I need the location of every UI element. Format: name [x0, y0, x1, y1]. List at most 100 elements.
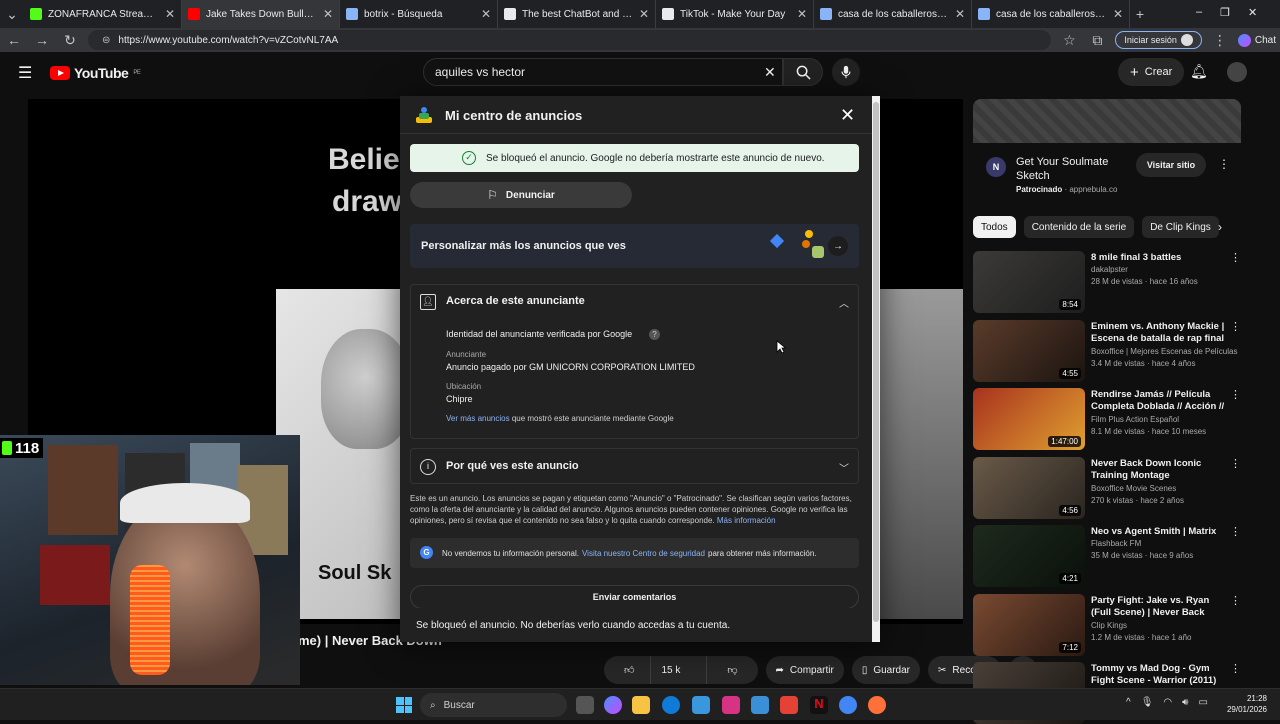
related-video-item[interactable]: 4:56 Never Back Down Iconic Training Mont… [973, 456, 1263, 519]
chat-button[interactable]: Chat [1237, 33, 1276, 47]
sidebar-ad-title[interactable]: Get Your Soulmate Sketch [1016, 155, 1131, 183]
chevron-up-icon[interactable]: ︿ [839, 295, 849, 310]
search-button[interactable] [783, 58, 823, 86]
video-thumbnail[interactable]: 1:47:00 [973, 388, 1085, 450]
store-icon[interactable] [692, 696, 710, 714]
dialog-scrollbar[interactable] [872, 96, 880, 642]
filter-chip[interactable]: Contenido de la serie [1023, 216, 1135, 238]
signin-button[interactable]: Iniciar sesión [1115, 31, 1202, 49]
site-info-icon[interactable]: ⊜ [102, 35, 110, 46]
why-this-ad-section[interactable]: i Por qué ves este anuncio ﹀ [410, 448, 859, 484]
wifi-icon[interactable]: ◠ [1163, 697, 1172, 708]
video-channel[interactable]: Clip Kings [1091, 621, 1243, 630]
send-feedback-button[interactable]: Enviar comentarios [410, 585, 859, 609]
video-more-options-icon[interactable]: ⋮ [1230, 388, 1241, 401]
browser-tab[interactable]: TikTok - Make Your Day ✕ [656, 0, 814, 28]
reload-icon[interactable]: ↻ [60, 32, 80, 49]
file-explorer-icon[interactable] [632, 696, 650, 714]
app-red-icon[interactable] [780, 696, 798, 714]
notifications-bell-icon[interactable]: 🔔︎ [1190, 63, 1208, 80]
close-window-icon[interactable]: ✕ [1248, 6, 1257, 19]
chips-next-icon[interactable]: › [1218, 220, 1222, 234]
video-more-options-icon[interactable]: ⋮ [1230, 525, 1241, 538]
video-thumbnail[interactable]: 7:12 [973, 593, 1085, 656]
video-more-options-icon[interactable]: ⋮ [1230, 594, 1241, 607]
browser-tab[interactable]: casa de los caballeros dorados - B ✕ [972, 0, 1130, 28]
clear-search-icon[interactable]: ✕ [764, 64, 776, 81]
minimize-icon[interactable]: – [1196, 6, 1202, 19]
close-tab-icon[interactable]: ✕ [165, 7, 175, 21]
visit-site-button[interactable]: Visitar sitio [1136, 153, 1206, 177]
video-more-options-icon[interactable]: ⋮ [1230, 662, 1241, 675]
video-more-options-icon[interactable]: ⋮ [1230, 320, 1241, 333]
share-button[interactable]: ➦ Compartir [765, 656, 844, 684]
close-tab-icon[interactable]: ✕ [639, 7, 649, 21]
maximize-icon[interactable]: ❐ [1220, 6, 1230, 19]
volume-icon[interactable]: 🔊︎ [1182, 697, 1188, 708]
about-advertiser-title[interactable]: Acerca de este anunciante [446, 295, 585, 307]
video-title[interactable]: Eminem vs. Anthony Mackie | Escena de ba… [1091, 321, 1231, 345]
copilot-taskbar-icon[interactable] [604, 696, 622, 714]
like-button[interactable]: 👍︎ 15 k [604, 656, 700, 684]
video-thumbnail[interactable]: 4:55 [973, 319, 1085, 382]
help-icon[interactable]: ? [649, 329, 660, 340]
video-thumbnail[interactable]: 8:54 [973, 251, 1085, 313]
task-view-icon[interactable] [576, 696, 594, 714]
browser-tab[interactable]: casa de los caballeros dorados - B ✕ [814, 0, 972, 28]
close-tab-icon[interactable]: ✕ [323, 7, 333, 21]
tray-mic-icon[interactable]: 🎙︎ [1141, 697, 1154, 708]
bookmark-star-icon[interactable]: ☆ [1059, 32, 1079, 49]
filter-chip[interactable]: De Clip Kings [1142, 216, 1219, 238]
photos-icon[interactable] [751, 696, 769, 714]
forward-icon[interactable]: → [32, 32, 52, 48]
tab-list-icon[interactable]: ⌄ [0, 6, 24, 23]
video-title[interactable]: Neo vs Agent Smith | Matrix [1091, 526, 1231, 538]
video-thumbnail[interactable]: 4:21 [973, 525, 1085, 587]
video-channel[interactable]: Film Plus Action Español [1091, 415, 1243, 424]
close-dialog-icon[interactable]: ✕ [840, 105, 855, 126]
url-field[interactable]: ⊜ https://www.youtube.com/watch?v=vZCotv… [88, 30, 1052, 50]
close-tab-icon[interactable]: ✕ [797, 7, 807, 21]
browser-tab[interactable]: Jake Takes Down Bully Ryan || ✕ [182, 0, 340, 28]
voice-search-button[interactable] [832, 58, 860, 86]
related-video-item[interactable]: 1:47:00 Rendirse Jamás // Película Comple… [973, 388, 1263, 450]
close-tab-icon[interactable]: ✕ [1113, 7, 1123, 21]
video-title[interactable]: 8 mile final 3 battles [1091, 252, 1231, 264]
video-more-options-icon[interactable]: ⋮ [1230, 457, 1241, 470]
related-video-item[interactable]: 4:55 Eminem vs. Anthony Mackie | Escena d… [973, 319, 1263, 382]
report-button[interactable]: ⚐ Denunciar [410, 182, 632, 208]
personalize-ads-row[interactable]: Personalizar más los anuncios que ves → [410, 224, 859, 268]
chrome-icon[interactable] [839, 696, 857, 714]
tray-chevron-icon[interactable]: ^ [1126, 697, 1131, 708]
browser-tab[interactable]: ZONAFRANCA Stream - Watch Li... ✕ [24, 0, 182, 28]
arrow-right-icon[interactable]: → [828, 236, 848, 256]
new-tab-icon[interactable]: + [1130, 6, 1150, 22]
more-ads-link[interactable]: Ver más anuncios [446, 414, 510, 423]
extensions-icon[interactable]: ⧉ [1087, 32, 1107, 49]
video-channel[interactable]: Boxoffice Movie Scenes [1091, 484, 1243, 493]
video-title[interactable]: Party Fight: Jake vs. Ryan (Full Scene) … [1091, 595, 1231, 619]
video-more-options-icon[interactable]: ⋮ [1230, 251, 1241, 264]
youtube-logo[interactable]: YouTube PE [50, 65, 141, 81]
create-button[interactable]: + Crear [1118, 58, 1185, 86]
ad-banner-image[interactable] [973, 99, 1241, 143]
edge-browser-icon[interactable] [662, 696, 680, 714]
related-video-item[interactable]: 8:54 8 mile final 3 battles dakalpster 28 M… [973, 251, 1263, 313]
related-video-item[interactable]: 4:21 Neo vs Agent Smith | Matrix Flashback… [973, 525, 1263, 587]
close-tab-icon[interactable]: ✕ [481, 7, 491, 21]
back-icon[interactable]: ← [4, 32, 24, 48]
scrollbar-thumb[interactable] [873, 102, 879, 622]
menu-icon[interactable]: ⋮ [1210, 32, 1230, 49]
windows-start-icon[interactable] [396, 697, 412, 713]
ad-more-options-icon[interactable]: ⋮ [1218, 157, 1230, 171]
security-center-link[interactable]: Visita nuestro Centro de seguridad [582, 549, 705, 558]
filter-chip[interactable]: Todos [973, 216, 1016, 238]
video-thumbnail[interactable]: 4:56 [973, 456, 1085, 519]
close-tab-icon[interactable]: ✕ [955, 7, 965, 21]
instagram-icon[interactable] [722, 696, 740, 714]
video-channel[interactable]: Boxoffice | Mejores Escenas de Películas [1091, 347, 1243, 356]
search-input[interactable]: aquiles vs hector ✕ [423, 58, 783, 86]
video-title[interactable]: Rendirse Jamás // Película Completa Dobl… [1091, 389, 1231, 413]
save-button[interactable]: ▯ Guardar [851, 656, 921, 684]
more-info-link[interactable]: Más información [717, 516, 776, 525]
